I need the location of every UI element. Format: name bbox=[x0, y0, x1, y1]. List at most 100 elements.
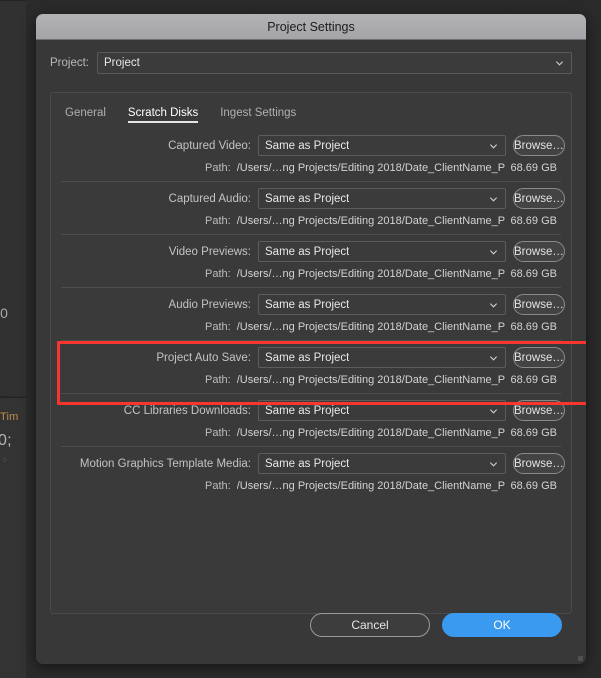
row-main: Motion Graphics Template Media: Same as … bbox=[61, 453, 565, 474]
background-timecode-lower: 0; bbox=[0, 432, 12, 449]
chevron-down-icon bbox=[489, 459, 498, 468]
background-panel-upper bbox=[0, 0, 26, 396]
dialog-footer: Cancel OK bbox=[36, 596, 586, 664]
page-title: Project Settings bbox=[267, 19, 355, 34]
row-main: Video Previews: Same as Project Browse… bbox=[61, 241, 565, 262]
path-label: Path: bbox=[205, 374, 231, 386]
path-label: Path: bbox=[205, 215, 231, 227]
scratch-row-label: Motion Graphics Template Media: bbox=[79, 457, 251, 470]
chevron-down-icon bbox=[489, 194, 498, 203]
project-selector-value: Project bbox=[104, 57, 140, 69]
scratch-row-label: Audio Previews: bbox=[168, 298, 251, 311]
scratch-row-value: Same as Project bbox=[265, 351, 350, 364]
scratch-row-path: Path: /Users/…ng Projects/Editing 2018/D… bbox=[61, 374, 561, 386]
project-selector-dropdown[interactable]: Project bbox=[97, 52, 572, 74]
path-value: /Users/…ng Projects/Editing 2018/Date_Cl… bbox=[236, 162, 505, 174]
project-selector-label: Project: bbox=[50, 57, 89, 69]
path-label: Path: bbox=[205, 427, 231, 439]
path-value: /Users/…ng Projects/Editing 2018/Date_Cl… bbox=[236, 215, 505, 227]
browse-button[interactable]: Browse… bbox=[513, 241, 565, 262]
tab-general[interactable]: General bbox=[65, 107, 106, 123]
browse-button[interactable]: Browse… bbox=[513, 294, 565, 315]
ok-button[interactable]: OK bbox=[442, 613, 562, 637]
scratch-row-path: Path: /Users/…ng Projects/Editing 2018/D… bbox=[61, 162, 561, 174]
scratch-row-project-auto-save: Project Auto Save: Same as Project Brows… bbox=[57, 340, 586, 405]
scratch-row-value: Same as Project bbox=[265, 192, 350, 205]
project-settings-dialog: Project Settings Project: Project Genera… bbox=[36, 14, 586, 664]
scratch-row-cc-libraries-downloads: CC Libraries Downloads: Same as Project … bbox=[61, 393, 565, 446]
scratch-row-dropdown[interactable]: Same as Project bbox=[258, 135, 506, 156]
scratch-row-path: Path: /Users/…ng Projects/Editing 2018/D… bbox=[61, 480, 561, 492]
scratch-row-dropdown[interactable]: Same as Project bbox=[258, 188, 506, 209]
chevron-down-icon bbox=[489, 353, 498, 362]
scratch-row-value: Same as Project bbox=[265, 298, 350, 311]
path-value: /Users/…ng Projects/Editing 2018/Date_Cl… bbox=[236, 321, 505, 333]
scratch-row-path: Path: /Users/…ng Projects/Editing 2018/D… bbox=[61, 268, 561, 280]
scratch-row-dropdown[interactable]: Same as Project bbox=[258, 294, 506, 315]
background-time-label: Tim bbox=[0, 411, 19, 423]
scratch-row-label: Video Previews: bbox=[168, 245, 251, 258]
browse-button[interactable]: Browse… bbox=[513, 347, 565, 368]
scratch-row-captured-video: Captured Video: Same as Project Browse… bbox=[61, 129, 565, 181]
scratch-row-dropdown[interactable]: Same as Project bbox=[258, 453, 506, 474]
cancel-button[interactable]: Cancel bbox=[310, 613, 430, 637]
chevron-down-icon bbox=[489, 406, 498, 415]
path-value: /Users/…ng Projects/Editing 2018/Date_Cl… bbox=[236, 374, 505, 386]
scratch-row-path: Path: /Users/…ng Projects/Editing 2018/D… bbox=[61, 215, 561, 227]
background-decorative-glyph: ⁘ bbox=[1, 455, 9, 465]
browse-button[interactable]: Browse… bbox=[513, 135, 565, 156]
scratch-row-value: Same as Project bbox=[265, 457, 350, 470]
scratch-row-value: Same as Project bbox=[265, 404, 350, 417]
scratch-row-dropdown[interactable]: Same as Project bbox=[258, 241, 506, 262]
browse-button[interactable]: Browse… bbox=[513, 453, 565, 474]
scratch-row-path: Path: /Users/…ng Projects/Editing 2018/D… bbox=[61, 427, 561, 439]
path-free-space: 68.69 GB bbox=[510, 427, 557, 439]
path-label: Path: bbox=[205, 480, 231, 492]
path-free-space: 68.69 GB bbox=[510, 374, 557, 386]
path-free-space: 68.69 GB bbox=[510, 480, 557, 492]
tab-ingest-settings[interactable]: Ingest Settings bbox=[220, 107, 296, 123]
scratch-row-value: Same as Project bbox=[265, 245, 350, 258]
path-free-space: 68.69 GB bbox=[510, 268, 557, 280]
chevron-down-icon bbox=[489, 141, 498, 150]
row-main: CC Libraries Downloads: Same as Project … bbox=[61, 400, 565, 421]
path-value: /Users/…ng Projects/Editing 2018/Date_Cl… bbox=[236, 480, 505, 492]
scratch-row-path: Path: /Users/…ng Projects/Editing 2018/D… bbox=[61, 321, 561, 333]
resize-grip[interactable] bbox=[578, 656, 583, 661]
path-label: Path: bbox=[205, 268, 231, 280]
path-label: Path: bbox=[205, 321, 231, 333]
scratch-row-captured-audio: Captured Audio: Same as Project Browse… bbox=[61, 181, 565, 234]
scratch-row-label: CC Libraries Downloads: bbox=[123, 404, 251, 417]
scratch-row-label: Captured Audio: bbox=[168, 192, 251, 205]
scratch-row-dropdown[interactable]: Same as Project bbox=[258, 347, 506, 368]
chevron-down-icon bbox=[489, 300, 498, 309]
background-timecode-top: ;0 bbox=[0, 305, 9, 321]
scratch-row-dropdown[interactable]: Same as Project bbox=[258, 400, 506, 421]
path-free-space: 68.69 GB bbox=[510, 162, 557, 174]
path-free-space: 68.69 GB bbox=[510, 321, 557, 333]
scratch-row-label: Project Auto Save: bbox=[156, 351, 251, 364]
chevron-down-icon bbox=[555, 59, 564, 68]
dialog-body: Project: Project General Scratch Disks I… bbox=[36, 40, 586, 614]
path-value: /Users/…ng Projects/Editing 2018/Date_Cl… bbox=[236, 268, 505, 280]
project-selector-row: Project: Project bbox=[50, 52, 572, 74]
scratch-row-video-previews: Video Previews: Same as Project Browse… bbox=[61, 234, 565, 287]
scratch-row-label: Captured Video: bbox=[168, 139, 251, 152]
scratch-row-value: Same as Project bbox=[265, 139, 350, 152]
dialog-title-bar[interactable]: Project Settings bbox=[36, 14, 586, 40]
row-main: Audio Previews: Same as Project Browse… bbox=[61, 294, 565, 315]
chevron-down-icon bbox=[489, 247, 498, 256]
browse-button[interactable]: Browse… bbox=[513, 400, 565, 421]
row-main: Captured Audio: Same as Project Browse… bbox=[61, 188, 565, 209]
row-main: Project Auto Save: Same as Project Brows… bbox=[61, 347, 565, 368]
row-main: Captured Video: Same as Project Browse… bbox=[61, 135, 565, 156]
tab-scratch-disks[interactable]: Scratch Disks bbox=[127, 107, 199, 123]
path-free-space: 68.69 GB bbox=[510, 215, 557, 227]
scratch-row-audio-previews: Audio Previews: Same as Project Browse… bbox=[61, 287, 565, 340]
scratch-row-motion-graphics-template-media: Motion Graphics Template Media: Same as … bbox=[61, 446, 565, 499]
settings-tab-panel: General Scratch Disks Ingest Settings Ca… bbox=[50, 92, 586, 614]
tab-strip: General Scratch Disks Ingest Settings bbox=[51, 93, 571, 123]
path-label: Path: bbox=[205, 162, 231, 174]
scratch-disk-rows: Captured Video: Same as Project Browse… bbox=[51, 123, 586, 499]
browse-button[interactable]: Browse… bbox=[513, 188, 565, 209]
